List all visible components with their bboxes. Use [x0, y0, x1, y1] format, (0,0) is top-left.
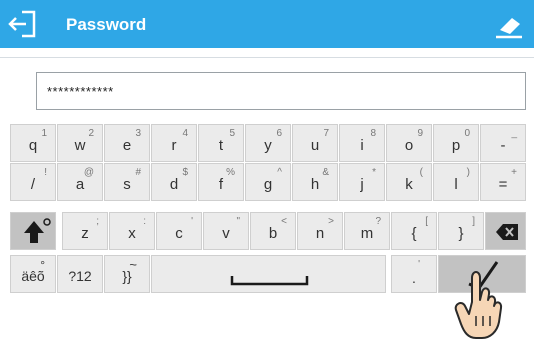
- key-slash[interactable]: ! /: [10, 163, 56, 201]
- key-equals[interactable]: + =: [480, 163, 526, 201]
- key-f[interactable]: % f: [198, 163, 244, 201]
- key-label: z: [81, 225, 89, 242]
- key-x[interactable]: :x: [109, 212, 155, 250]
- symbols-key[interactable]: ?12: [57, 255, 103, 293]
- key-label: /: [30, 176, 36, 193]
- key-label: d: [169, 176, 179, 193]
- key-label: ?12: [68, 268, 92, 284]
- hand-pointer-icon: [454, 271, 503, 339]
- key-m[interactable]: ? m: [344, 212, 390, 250]
- key-open-brace[interactable]: [{: [391, 212, 437, 250]
- key-minus[interactable]: _ -: [480, 124, 526, 162]
- key-label: w: [74, 137, 86, 154]
- header-bar: Password: [0, 0, 534, 48]
- key-label: h: [310, 176, 320, 193]
- key-label: p: [451, 137, 461, 154]
- key-z[interactable]: ; z: [62, 212, 108, 250]
- key-r[interactable]: 4r: [151, 124, 197, 162]
- key-label: x: [128, 225, 136, 242]
- key-c[interactable]: ' c: [156, 212, 202, 250]
- key-label: b: [268, 225, 278, 242]
- key-w[interactable]: 2w: [57, 124, 103, 162]
- space-bar-icon: [230, 276, 309, 286]
- key-q[interactable]: 1q: [10, 124, 56, 162]
- key-label: -: [500, 137, 506, 154]
- key-label: v: [222, 225, 230, 242]
- space-key[interactable]: [151, 255, 386, 293]
- key-label: n: [315, 225, 325, 242]
- divider: [0, 57, 534, 58]
- key-label: {: [411, 225, 417, 242]
- key-a[interactable]: @ a: [57, 163, 103, 201]
- dot-key[interactable]: ' .: [391, 255, 437, 293]
- eraser-icon: [496, 18, 522, 39]
- key-n[interactable]: > n: [297, 212, 343, 250]
- key-label: }}: [122, 268, 132, 284]
- key-label: .: [412, 270, 416, 286]
- brackets-key[interactable]: ~ }}: [104, 255, 150, 293]
- password-input[interactable]: ************: [36, 72, 526, 110]
- key-label: u: [310, 137, 320, 154]
- key-label: t: [218, 137, 224, 154]
- key-y[interactable]: 6y: [245, 124, 291, 162]
- key-label: äêõ: [21, 268, 45, 284]
- key-e[interactable]: 3e: [104, 124, 150, 162]
- key-h[interactable]: & h: [292, 163, 338, 201]
- backspace-icon: [496, 224, 518, 240]
- key-label: i: [360, 137, 364, 154]
- key-l[interactable]: ) l: [433, 163, 479, 201]
- key-t[interactable]: 5t: [198, 124, 244, 162]
- key-label: f: [218, 176, 224, 193]
- key-v[interactable]: " v: [203, 212, 249, 250]
- key-label: q: [28, 137, 38, 154]
- key-u[interactable]: 7u: [292, 124, 338, 162]
- key-label: m: [360, 225, 374, 242]
- shift-key[interactable]: [10, 212, 56, 250]
- key-d[interactable]: $ d: [151, 163, 197, 201]
- back-arrow-icon: [8, 10, 36, 38]
- back-button[interactable]: [6, 8, 40, 40]
- key-label: c: [175, 225, 183, 242]
- key-label: a: [75, 176, 85, 193]
- key-b[interactable]: < b: [250, 212, 296, 250]
- key-p[interactable]: 0p: [433, 124, 479, 162]
- key-label: l: [454, 176, 458, 193]
- accent-key[interactable]: ° äêõ: [10, 255, 56, 293]
- key-label: y: [264, 137, 272, 154]
- key-secondary: ': [418, 259, 420, 270]
- key-label: s: [123, 176, 131, 193]
- key-close-brace[interactable]: ]}: [438, 212, 484, 250]
- key-label: j: [360, 176, 364, 193]
- key-label: }: [458, 225, 464, 242]
- key-label: =: [498, 176, 508, 193]
- page-title: Password: [66, 15, 147, 34]
- clear-button[interactable]: [492, 10, 526, 40]
- key-g[interactable]: ^ g: [245, 163, 291, 201]
- key-j[interactable]: * j: [339, 163, 385, 201]
- backspace-key[interactable]: [485, 212, 526, 250]
- key-label: o: [404, 137, 414, 154]
- key-label: r: [171, 137, 177, 154]
- key-i[interactable]: 8i: [339, 124, 385, 162]
- key-label: e: [122, 137, 132, 154]
- shift-arrow-icon: [24, 218, 51, 243]
- key-label: k: [405, 176, 413, 193]
- key-o[interactable]: 9o: [386, 124, 432, 162]
- key-s[interactable]: # s: [104, 163, 150, 201]
- key-label: g: [263, 176, 273, 193]
- key-k[interactable]: (k: [386, 163, 432, 201]
